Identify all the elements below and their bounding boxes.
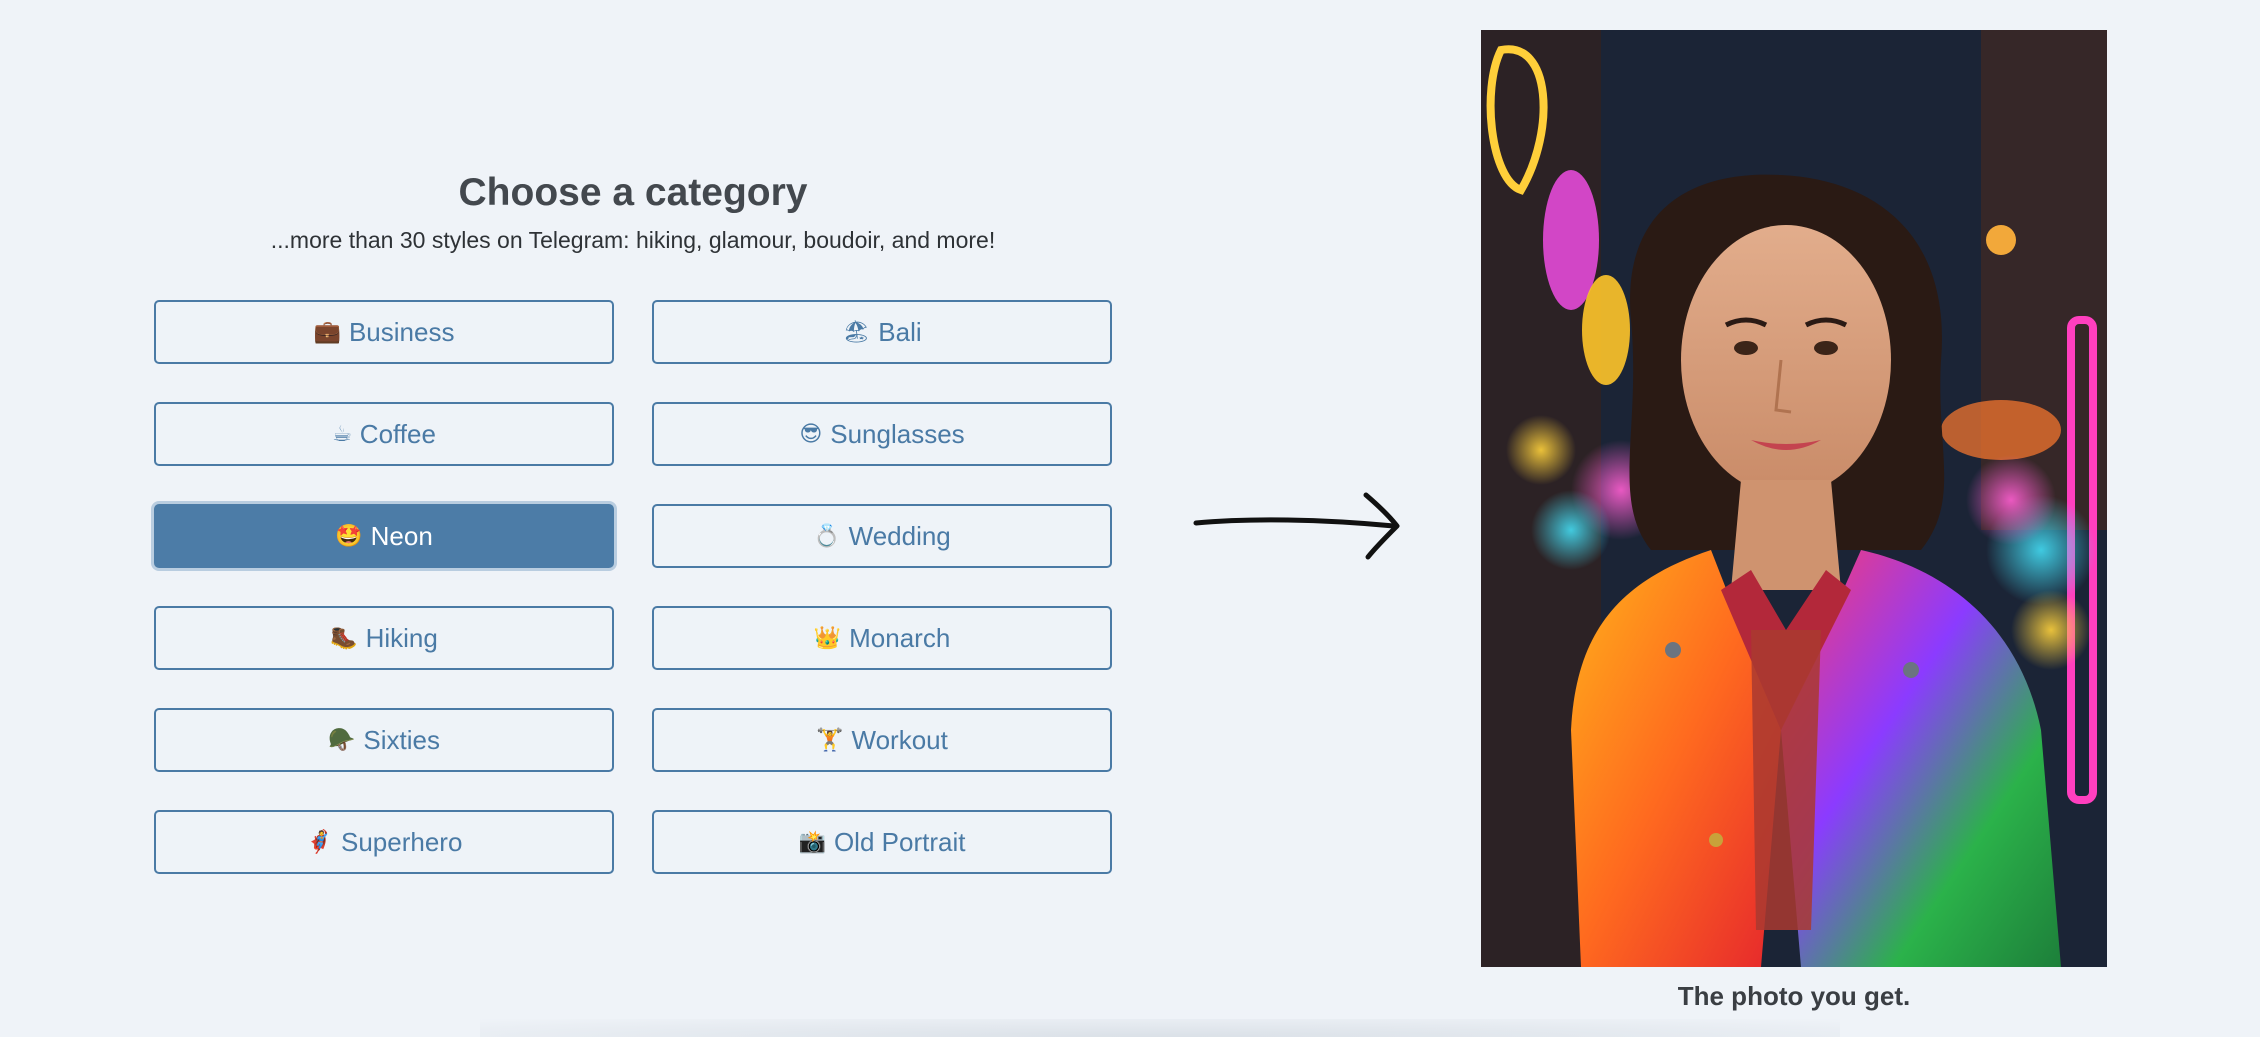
- crown-icon: 👑: [813, 625, 842, 650]
- bottom-shadow: [480, 1019, 1840, 1037]
- category-label: Superhero: [340, 826, 463, 857]
- category-button-workout[interactable]: 🏋 Workout: [652, 708, 1112, 772]
- page-subtitle: ...more than 30 styles on Telegram: hiki…: [270, 226, 996, 253]
- category-label: Sunglasses: [830, 418, 965, 449]
- category-label: Monarch: [849, 622, 951, 653]
- star-struck-face-icon: 🤩: [335, 523, 363, 548]
- superhero-icon: 🦸: [305, 829, 333, 854]
- beach-umbrella-icon: 🏖: [842, 319, 871, 344]
- page-title: Choose a category: [458, 171, 808, 214]
- arrow-right-icon: [1190, 485, 1410, 570]
- category-button-wedding[interactable]: 💍 Wedding: [652, 504, 1112, 568]
- photo-caption: The photo you get.: [1677, 981, 1911, 1011]
- category-label: Workout: [851, 724, 948, 755]
- category-button-hiking[interactable]: 🥾 Hiking: [154, 606, 614, 670]
- coffee-cup-icon: ☕: [332, 421, 352, 446]
- category-label: Business: [348, 316, 455, 347]
- category-button-superhero[interactable]: 🦸 Superhero: [154, 810, 614, 874]
- category-button-bali[interactable]: 🏖 Bali: [652, 300, 1112, 364]
- category-button-business[interactable]: 💼 Business: [154, 300, 614, 364]
- category-grid: 💼 Business 🏖 Bali ☕ Coffee 😎 Sunglasses …: [154, 300, 1112, 874]
- category-button-coffee[interactable]: ☕ Coffee: [154, 402, 614, 466]
- category-label: Wedding: [848, 520, 951, 551]
- category-button-monarch[interactable]: 👑 Monarch: [652, 606, 1112, 670]
- category-label: Coffee: [359, 418, 436, 449]
- weightlifter-icon: 🏋: [816, 727, 844, 752]
- category-label: Neon: [370, 520, 433, 551]
- result-photo: [1481, 30, 2107, 967]
- category-button-old-portrait[interactable]: 📸 Old Portrait: [652, 810, 1112, 874]
- camera-flash-icon: 📸: [798, 829, 826, 854]
- category-button-sunglasses[interactable]: 😎 Sunglasses: [652, 402, 1112, 466]
- category-label: Bali: [878, 316, 922, 347]
- hiking-boot-icon: 🥾: [330, 625, 358, 650]
- category-label: Hiking: [365, 622, 438, 653]
- sunglasses-face-icon: 😎: [799, 421, 823, 446]
- briefcase-icon: 💼: [313, 319, 341, 344]
- category-button-neon[interactable]: 🤩 Neon: [154, 504, 614, 568]
- ring-icon: 💍: [813, 523, 841, 548]
- category-label: Sixties: [363, 724, 440, 755]
- helmet-icon: 🪖: [328, 727, 356, 752]
- category-label: Old Portrait: [833, 826, 966, 857]
- category-panel: Choose a category ...more than 30 styles…: [154, 160, 1112, 874]
- category-button-sixties[interactable]: 🪖 Sixties: [154, 708, 614, 772]
